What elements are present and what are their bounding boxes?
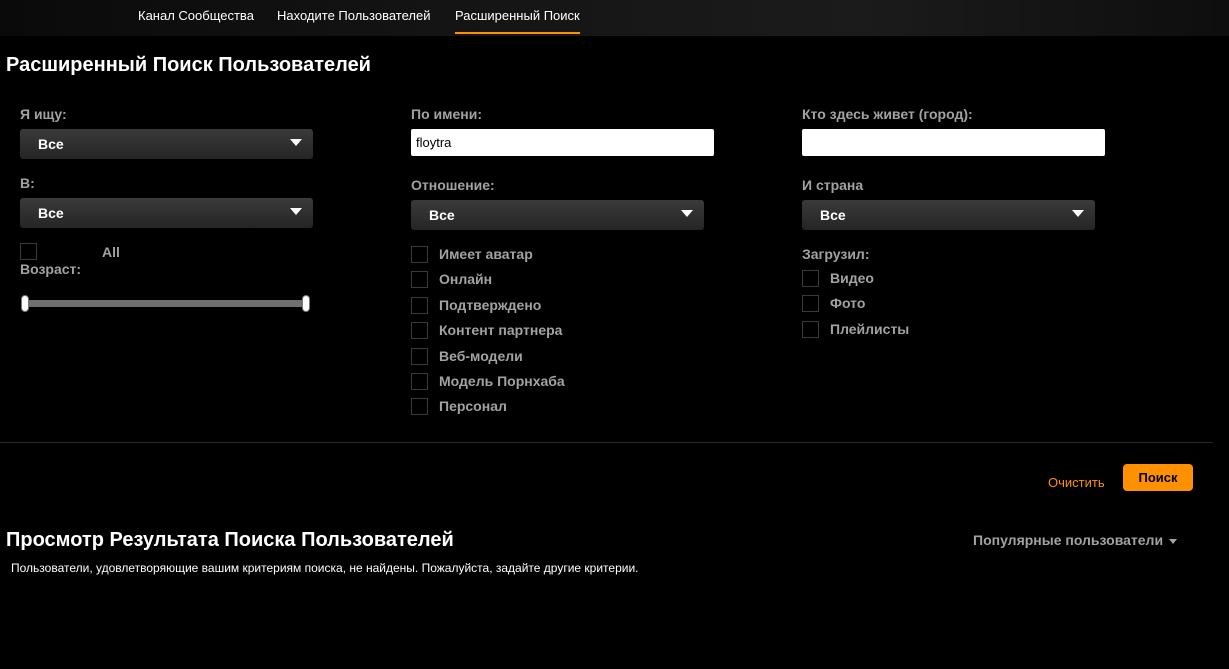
staff-checkbox[interactable] [411,398,428,415]
web-models-label: Веб-модели [439,348,523,364]
top-nav-bar: Канал Сообщества Находите Пользователей … [0,0,1229,36]
no-results-message: Пользователи, удовлетворяющие вашим крит… [11,561,639,575]
partner-content-label: Контент партнера [439,322,563,338]
relationship-value: Все [429,207,455,223]
uploaded-playlists-checkbox[interactable] [802,321,819,338]
age-all-checkbox[interactable] [20,243,37,260]
tab-advanced-search[interactable]: Расширенный Поиск [455,0,580,34]
uploaded-video-checkbox[interactable] [802,270,819,287]
country-value: Все [820,207,846,223]
site-model-label: Модель Порнхаба [439,373,565,389]
looking-for-label: Я ищу: [20,106,67,122]
in-select[interactable]: Все [20,198,313,228]
relationship-select[interactable]: Все [411,200,704,230]
age-slider-min-handle[interactable] [21,295,29,312]
relationship-label: Отношение: [411,177,495,193]
has-avatar-label: Имеет аватар [439,246,533,262]
looking-for-select[interactable]: Все [20,129,313,159]
country-select[interactable]: Все [802,200,1095,230]
chevron-down-icon [1072,210,1084,217]
results-title: Просмотр Результата Поиска Пользователей [6,529,454,551]
age-slider-track[interactable] [25,300,307,307]
in-label: В: [20,175,35,191]
in-value: Все [38,205,64,221]
verified-checkbox[interactable] [411,297,428,314]
has-avatar-checkbox[interactable] [411,246,428,263]
tab-community-feed[interactable]: Канал Сообщества [138,0,254,34]
chevron-down-icon [681,210,693,217]
page-title: Расширенный Поиск Пользователей [6,54,371,76]
uploaded-photo-label: Фото [830,295,866,311]
looking-for-value: Все [38,136,64,152]
city-input[interactable] [802,129,1105,156]
tab-find-users[interactable]: Находите Пользователей [277,0,431,34]
chevron-down-icon [290,208,302,215]
online-checkbox[interactable] [411,271,428,288]
staff-label: Персонал [439,398,507,414]
uploaded-video-label: Видео [830,270,874,286]
clear-button[interactable]: Очистить [1048,475,1105,490]
uploaded-photo-checkbox[interactable] [802,295,819,312]
age-slider-max-handle[interactable] [302,295,310,312]
form-divider [0,442,1213,443]
web-models-checkbox[interactable] [411,348,428,365]
verified-label: Подтверждено [439,297,542,313]
uploaded-playlists-label: Плейлисты [830,321,910,337]
city-label: Кто здесь живет (город): [802,106,973,122]
chevron-down-icon [290,139,302,146]
sort-label: Популярные пользователи [973,532,1164,548]
search-button[interactable]: Поиск [1123,464,1193,491]
uploaded-label: Загрузил: [802,246,870,262]
partner-content-checkbox[interactable] [411,322,428,339]
by-name-label: По имени: [411,106,482,122]
online-label: Онлайн [439,271,493,287]
site-model-checkbox[interactable] [411,373,428,390]
country-label: И страна [802,177,864,193]
name-search-input[interactable] [411,129,714,156]
age-all-label: All [102,244,120,260]
age-label: Возраст: [20,261,82,277]
sort-dropdown[interactable]: Популярные пользователи [973,532,1178,548]
chevron-down-icon [1169,538,1178,544]
